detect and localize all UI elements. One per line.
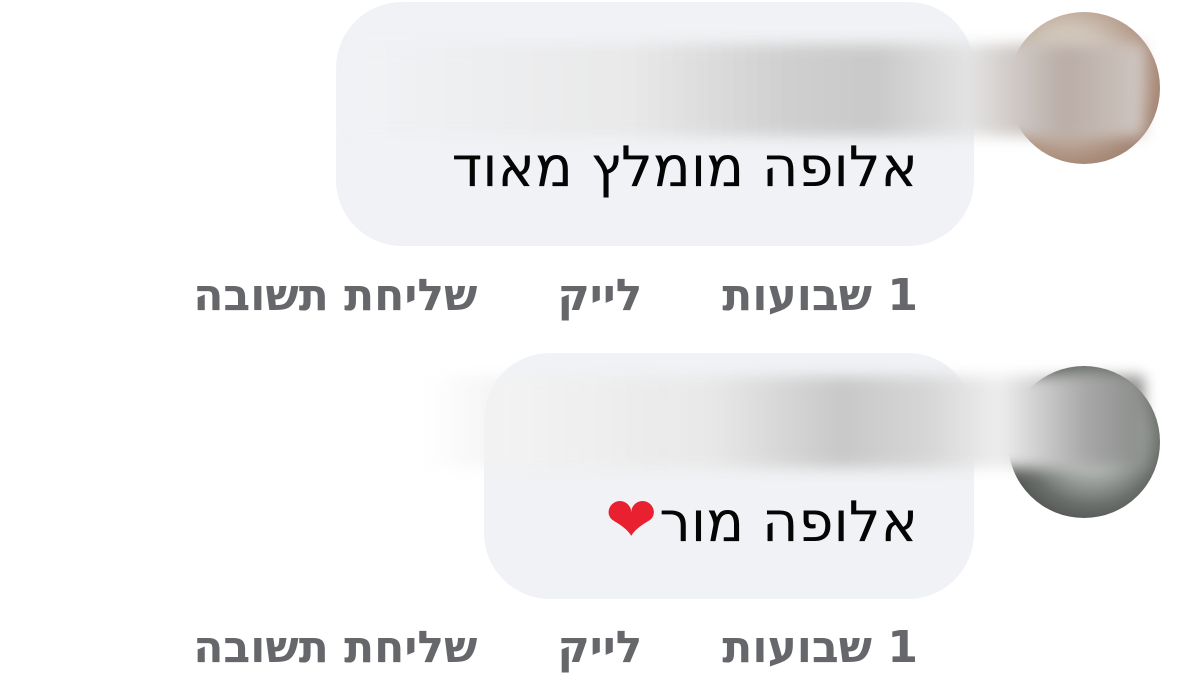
comment-text-content: אלופה מור: [659, 490, 918, 555]
comment-text: אלופה מור❤: [605, 483, 918, 556]
comment-timestamp[interactable]: 1 שבועות: [722, 622, 918, 673]
redacted-commenter-name: [352, 44, 1144, 136]
like-button[interactable]: לייק: [557, 622, 642, 673]
comments-thread: אלופה מומלץ מאוד 1 שבועות לייק שליחת תשו…: [0, 0, 1200, 696]
like-button[interactable]: לייק: [557, 270, 642, 321]
reply-button[interactable]: שליחת תשובה: [193, 270, 477, 321]
comment-actions: 1 שבועות לייק שליחת תשובה: [193, 622, 918, 673]
comment-timestamp[interactable]: 1 שבועות: [722, 270, 918, 321]
comment-actions: 1 שבועות לייק שליחת תשובה: [193, 270, 918, 321]
comment-text: אלופה מומלץ מאוד: [451, 135, 918, 200]
reply-button[interactable]: שליחת תשובה: [193, 622, 477, 673]
redacted-commenter-name: [424, 376, 1144, 468]
heart-emoji-icon: ❤: [605, 483, 658, 556]
